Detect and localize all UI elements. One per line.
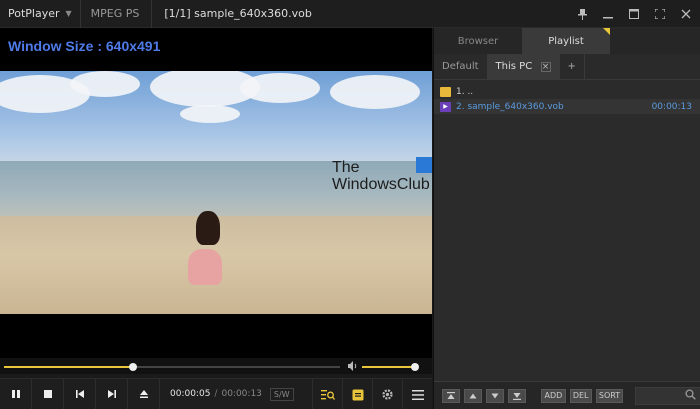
time-separator: /	[214, 389, 218, 399]
close-icon[interactable]	[680, 8, 692, 20]
move-top-button[interactable]	[442, 388, 460, 403]
skip-back-icon	[75, 390, 84, 398]
playlist-search-button[interactable]	[312, 379, 342, 409]
move-bottom-button[interactable]	[508, 388, 526, 403]
playlist-toggle-button[interactable]	[342, 379, 372, 409]
playlist-search-input[interactable]	[635, 386, 700, 405]
close-tab-icon[interactable]: ×	[540, 61, 551, 72]
next-button[interactable]	[96, 378, 128, 409]
list-item[interactable]: 1. ..	[434, 84, 700, 99]
move-top-icon	[447, 391, 455, 399]
pause-button[interactable]	[0, 378, 32, 409]
add-subtab-button[interactable]: +	[560, 54, 585, 79]
video-cloud	[240, 73, 320, 103]
volume-icon[interactable]	[348, 361, 358, 374]
list-item-duration: 00:00:13	[651, 101, 692, 112]
total-time: 00:00:13	[221, 389, 262, 399]
delete-button[interactable]: DEL	[569, 388, 592, 403]
seek-handle[interactable]	[129, 363, 138, 371]
move-up-button[interactable]	[464, 388, 482, 403]
seek-fill	[4, 366, 134, 368]
video-file-icon: ▶	[440, 101, 451, 112]
fullscreen-icon[interactable]	[654, 8, 666, 20]
arrow-down-icon	[491, 393, 499, 398]
restore-icon[interactable]	[628, 8, 640, 20]
time-display: 00:00:05 / 00:00:13	[170, 389, 262, 399]
current-time: 00:00:05	[170, 389, 211, 399]
skip-forward-icon	[107, 390, 116, 398]
volume-fill	[362, 366, 416, 368]
main-menu-button[interactable]	[402, 379, 432, 409]
eject-icon	[139, 390, 148, 398]
volume-slider[interactable]	[362, 363, 420, 371]
add-button[interactable]: ADD	[541, 388, 566, 403]
move-down-button[interactable]	[486, 388, 504, 403]
chevron-down-icon: ▼	[65, 9, 72, 18]
title-bar: PotPlayer ▼ MPEG PS [1/1] sample_640x360…	[0, 0, 700, 28]
control-bar: 00:00:05 / 00:00:13 S/W	[0, 378, 432, 409]
settings-button[interactable]	[372, 379, 402, 409]
playlist-subtabs: Default This PC × +	[434, 54, 700, 80]
stop-button[interactable]	[32, 378, 64, 409]
tab-label: Playlist	[548, 35, 584, 47]
video-cloud	[70, 71, 140, 97]
subtab-label: This PC	[495, 61, 533, 72]
file-title: [1/1] sample_640x360.vob	[164, 7, 312, 20]
sw-decoder-toggle[interactable]: S/W	[269, 387, 294, 401]
video-person	[188, 249, 222, 285]
list-item-label: 1. ..	[456, 86, 474, 97]
search-icon[interactable]	[685, 388, 696, 403]
video-cloud	[180, 105, 240, 123]
watermark-logo-icon	[416, 157, 432, 173]
video-cloud	[330, 75, 420, 109]
subtab-default[interactable]: Default	[434, 54, 488, 79]
list-search-icon	[320, 389, 335, 400]
move-bottom-icon	[513, 392, 521, 400]
seek-area	[0, 358, 432, 374]
format-label: MPEG PS	[81, 0, 153, 28]
watermark-line2: WindowsClub	[332, 176, 430, 193]
control-bar-right	[312, 379, 432, 409]
folder-icon	[440, 86, 451, 97]
subtab-this-pc[interactable]: This PC ×	[487, 54, 560, 79]
playlist-list: 1. .. ▶ 2. sample_640x360.vob 00:00:13	[434, 80, 700, 114]
playlist-panel-icon	[352, 389, 363, 400]
tab-playlist[interactable]: Playlist	[522, 28, 610, 54]
seek-bar[interactable]	[4, 363, 340, 371]
minimize-icon[interactable]	[602, 8, 614, 20]
sort-button[interactable]: SORT	[595, 388, 624, 403]
window-controls	[576, 0, 692, 28]
previous-button[interactable]	[64, 378, 96, 409]
eject-button[interactable]	[128, 378, 160, 409]
panel-tabs: Browser Playlist	[434, 28, 700, 54]
stop-icon	[43, 390, 52, 398]
playlist-toolbar: ADD DEL SORT	[434, 381, 700, 409]
playlist-panel: Browser Playlist Default This PC × + 1. …	[433, 28, 700, 409]
osd-window-size: Window Size : 640x491	[8, 38, 161, 54]
app-menu-button[interactable]: PotPlayer ▼	[0, 0, 81, 28]
video-frame[interactable]: The WindowsClub	[0, 71, 432, 314]
video-person	[196, 211, 220, 245]
pin-icon[interactable]	[576, 8, 588, 20]
arrow-up-icon	[469, 393, 477, 398]
gear-icon	[382, 389, 393, 400]
volume-handle[interactable]	[411, 363, 420, 371]
active-corner-marker	[603, 28, 610, 35]
list-item[interactable]: ▶ 2. sample_640x360.vob 00:00:13	[434, 99, 700, 114]
list-item-label: 2. sample_640x360.vob	[456, 101, 564, 112]
tab-label: Browser	[457, 35, 499, 47]
video-area[interactable]: Window Size : 640x491 The WindowsClub	[0, 28, 432, 358]
app-name: PotPlayer	[8, 7, 60, 20]
pause-icon	[11, 390, 20, 398]
subtab-label: Default	[442, 61, 479, 72]
tab-browser[interactable]: Browser	[434, 28, 522, 54]
hamburger-icon	[411, 389, 424, 400]
